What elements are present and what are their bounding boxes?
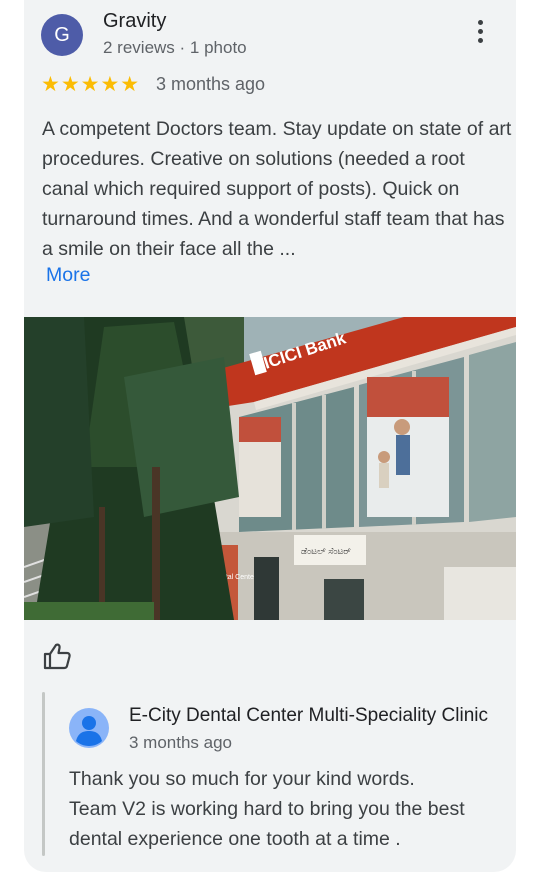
reply-line: dental experience one tooth at a time . (69, 828, 401, 850)
reply-date: 3 months ago (129, 733, 233, 752)
reply-divider (42, 692, 45, 856)
review-date: 3 months ago (156, 74, 266, 94)
reply-text: Thank you so much for your kind words. T… (69, 764, 509, 854)
reply-line: Thank you so much for your kind words. (69, 768, 415, 790)
reply-owner-name: E-City Dental Center Multi-Speciality Cl… (129, 705, 488, 726)
reviewer-avatar[interactable]: G (41, 14, 83, 56)
person-icon (69, 708, 109, 748)
more-link[interactable]: More (46, 264, 90, 287)
reviewer-name[interactable]: Gravity (103, 10, 166, 33)
review-text: A competent Doctors team. Stay update on… (42, 118, 512, 260)
reply-line: Team V2 is working hard to bring you the… (69, 798, 465, 820)
name-board-text: ಡೆಂಟಲ್ ಸೆಂಟರ್ (301, 546, 351, 556)
review-photo[interactable]: ICICI Bank ಡೆಂಟಲ್ ಸೆಂಟರ್ E-City Dental C… (24, 317, 516, 620)
reviewer-meta: 2 reviews · 1 photo (103, 38, 247, 57)
thumb-up-icon[interactable] (42, 641, 72, 671)
clinic-building-photo: ICICI Bank ಡೆಂಟಲ್ ಸೆಂಟರ್ E-City Dental C… (24, 317, 516, 620)
star-rating: ★★★★★ (41, 73, 141, 96)
more-vert-icon[interactable] (470, 20, 490, 50)
